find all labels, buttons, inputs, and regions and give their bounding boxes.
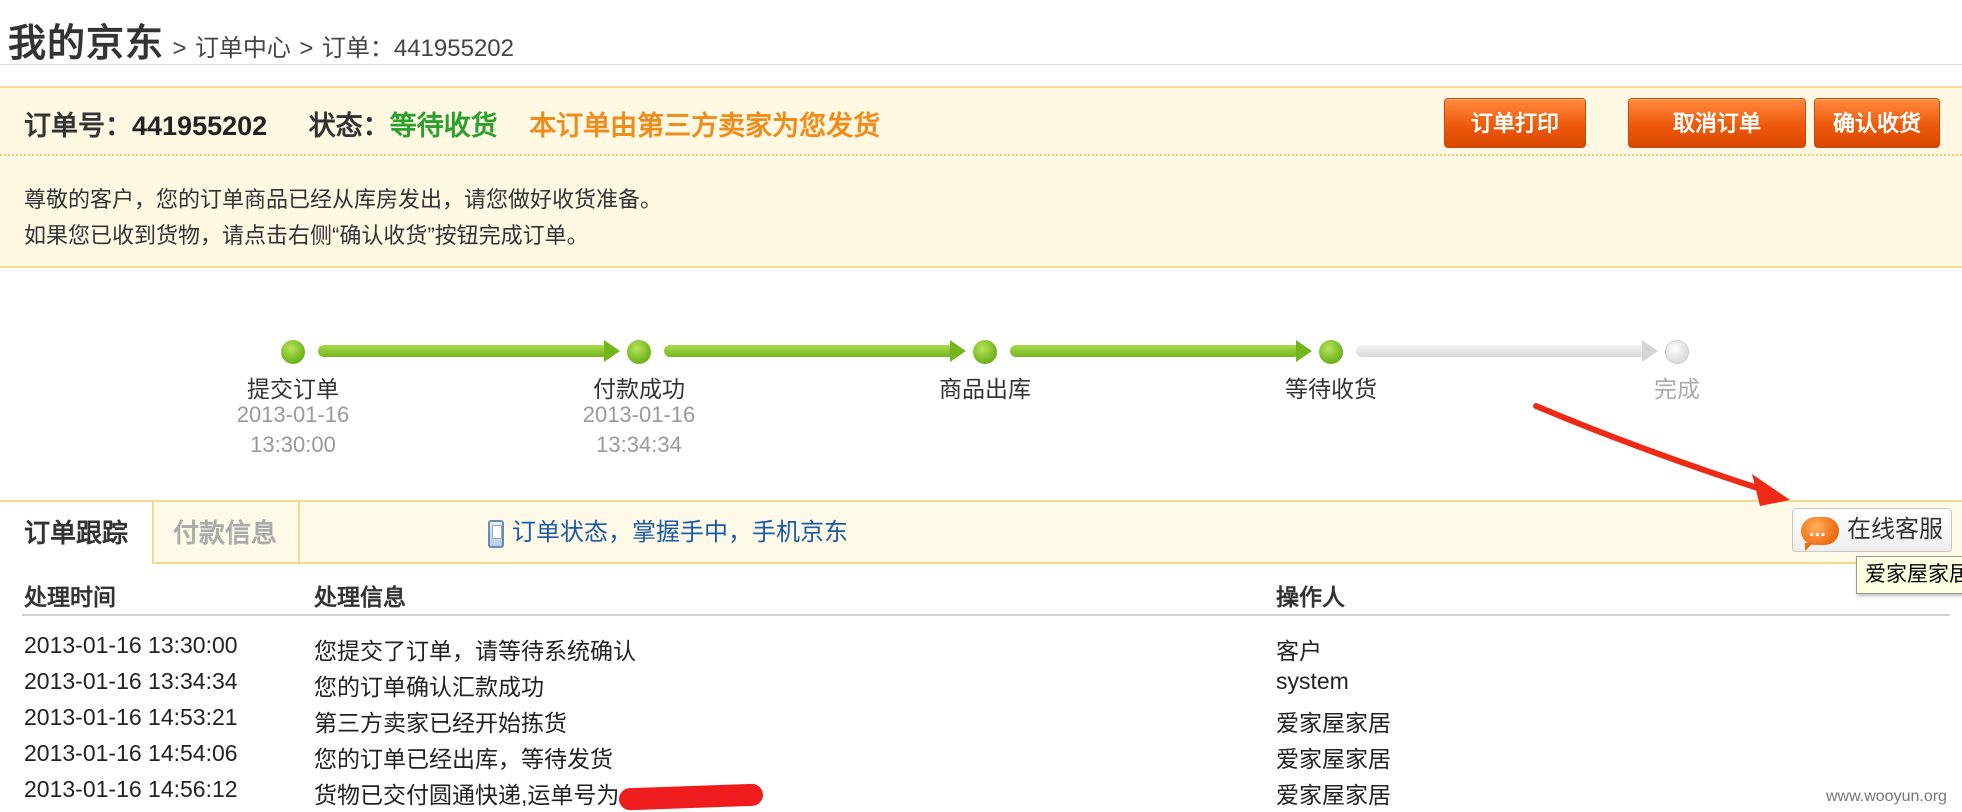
annotation-arrow-icon [1533, 403, 1790, 506]
